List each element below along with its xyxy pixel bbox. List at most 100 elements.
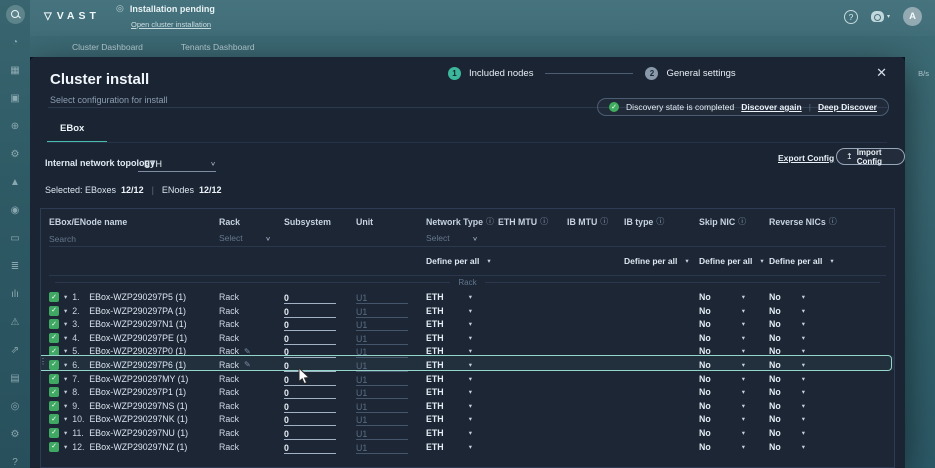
info-icon[interactable]: ⓘ [600,216,608,227]
services-gears-icon[interactable]: ⚙ [6,145,25,164]
hardware-icon[interactable]: ▤ [6,369,25,388]
row-checkbox[interactable]: ✓ [49,387,59,398]
row-expand-caret-icon[interactable]: ▾ [64,320,67,328]
row-expand-caret-icon[interactable]: ▾ [64,361,67,369]
network-type-select[interactable]: ETH ▾ [426,306,472,316]
network-type-select[interactable]: ETH ▾ [426,428,472,438]
search-input[interactable]: Search [49,229,219,247]
discover-again-link[interactable]: Discover again [741,102,801,112]
skip-nic-select[interactable]: No ▾ [699,428,745,438]
skip-nic-select[interactable]: No ▾ [699,374,745,384]
reverse-nics-select[interactable]: No ▾ [769,292,805,302]
skip-nic-select[interactable]: No ▾ [699,401,745,411]
row-checkbox[interactable]: ✓ [49,346,59,357]
table-row[interactable]: ✓ ▾ 7. EBox-WZP290297MY (1) Rack 0 U1 ETH ▾ No ▾ No… [41,370,894,386]
reverse-nics-select[interactable]: No ▾ [769,428,805,438]
table-row[interactable]: ✓ ▾ 2. EBox-WZP290297PA (1) Rack 0 U1 ETH ▾ No ▾ No… [41,302,894,318]
network-type-select[interactable]: ETH ▾ [426,374,472,384]
define-per-all-select[interactable]: Define per all ▾ [769,256,841,266]
deep-discover-link[interactable]: Deep Discover [818,102,877,112]
row-expand-caret-icon[interactable]: ▾ [64,347,67,355]
row-expand-caret-icon[interactable]: ▾ [64,443,67,451]
table-row[interactable]: ✓ ▾ 8. EBox-WZP290297P1 (1) Rack 0 U1 ETH ▾ No ▾ No… [41,383,894,400]
row-checkbox[interactable]: ✓ [49,319,59,330]
skip-nic-select[interactable]: No ▾ [699,387,745,397]
close-icon[interactable]: ✕ [876,65,887,81]
help-icon[interactable]: ? [6,453,25,468]
row-checkbox[interactable]: ✓ [49,400,59,411]
drag-handle-icon[interactable]: ⋮⋮ [41,357,47,366]
table-row[interactable]: ✓ ▾ 4. EBox-WZP290297PE (1) Rack 0 U1 ETH ▾ No ▾ No… [41,329,894,345]
row-checkbox[interactable]: ✓ [49,373,59,384]
row-checkbox[interactable]: ✓ [49,359,59,370]
api-brackets-icon[interactable]: ▭ [6,229,25,248]
database-icon[interactable]: ≣ [6,257,25,276]
subsystem-input[interactable]: 0 [284,443,336,454]
tab-ebox[interactable]: EBox [60,123,84,134]
search-icon[interactable] [5,5,25,24]
skip-nic-select[interactable]: No ▾ [699,414,745,424]
user-role-menu[interactable]: ▾ [870,11,890,22]
info-icon[interactable]: ⓘ [540,216,548,227]
row-expand-caret-icon[interactable]: ▾ [64,429,67,437]
skip-nic-select[interactable]: No ▾ [699,360,745,370]
security-shield-icon[interactable]: ▲ [6,173,25,192]
row-expand-caret-icon[interactable]: ▾ [64,388,67,396]
export-config-link[interactable]: Export Config [778,153,834,163]
network-type-select[interactable]: ETH ▾ [426,292,472,302]
rack-filter-select[interactable]: Select ∨ [219,233,271,243]
info-icon[interactable]: ⓘ [829,216,837,227]
reverse-nics-select[interactable]: No ▾ [769,442,805,452]
row-checkbox[interactable]: ✓ [49,414,59,425]
table-row[interactable]: ⋮⋮✓▾6.EBox-WZP290297P6 (1)Rack✎0U1ETH▾No… [41,354,894,372]
import-config-button[interactable]: ↥ Import Config [836,148,905,166]
edit-pencil-icon[interactable]: ✎ [244,347,251,356]
skip-nic-select[interactable]: No ▾ [699,319,745,329]
reverse-nics-select[interactable]: No ▾ [769,374,805,384]
reverse-nics-select[interactable]: No ▾ [769,360,805,370]
skip-nic-select[interactable]: No ▾ [699,333,745,343]
open-cluster-installation-link[interactable]: Open cluster installation [131,20,211,29]
skip-nic-select[interactable]: No ▾ [699,346,745,356]
row-checkbox[interactable]: ✓ [49,292,59,302]
network-type-select[interactable]: ETH ▾ [426,333,472,343]
row-expand-caret-icon[interactable]: ▾ [64,375,67,383]
topology-select[interactable]: ETH ∨ [138,156,216,172]
network-globe-icon[interactable]: ⊕ [6,117,25,136]
row-expand-caret-icon[interactable]: ▾ [64,307,67,315]
define-per-all-select[interactable]: Define per all ▾ [624,256,699,266]
network-type-select[interactable]: ETH ▾ [426,346,472,356]
table-row[interactable]: ✓ ▾ 11. EBox-WZP290297NU (1) Rack 0 U1 ETH ▾ No ▾ N… [41,424,894,440]
reverse-nics-select[interactable]: No ▾ [769,306,805,316]
skip-nic-select[interactable]: No ▾ [699,292,745,302]
reverse-nics-select[interactable]: No ▾ [769,333,805,343]
vast-logo[interactable]: ▽ VAST [44,10,100,22]
network-type-select[interactable]: ETH ▾ [426,360,472,370]
table-row[interactable]: ✓ ▾ 3. EBox-WZP290297N1 (1) Rack 0 U1 ETH ▾ No ▾ No… [41,315,894,332]
users-icon[interactable]: ◎ [6,397,25,416]
row-checkbox[interactable]: ✓ [49,427,59,438]
table-row[interactable]: ✓ ▾ 9. EBox-WZP290297NS (1) Rack 0 U1 ETH ▾ No ▾ No… [41,397,894,413]
row-expand-caret-icon[interactable]: ▾ [64,293,67,301]
info-icon[interactable]: ⓘ [738,216,746,227]
table-row[interactable]: ✓ ▾ 5. EBox-WZP290297P0 (1) Rack ✎ 0 U1 ETH ▾ No ▾ N… [41,342,894,359]
row-expand-caret-icon[interactable]: ▾ [64,334,67,342]
skip-nic-select[interactable]: No ▾ [699,306,745,316]
alarms-triangle-icon[interactable]: ⚠ [6,313,25,332]
reverse-nics-select[interactable]: No ▾ [769,346,805,356]
performance-arrows-icon[interactable]: ⇗ [6,341,25,360]
row-expand-caret-icon[interactable]: ▾ [64,402,67,410]
dashboard-icon[interactable]: ▦ [6,61,25,80]
nav-tab-tenants-dashboard[interactable]: Tenants Dashboard [181,42,255,52]
info-icon[interactable]: ⓘ [656,216,664,227]
edit-pencil-icon[interactable]: ✎ [244,360,251,369]
network-type-select[interactable]: ETH ▾ [426,414,472,424]
table-row[interactable]: ✓ ▾ 1. EBox-WZP290297P5 (1) Rack 0 U1 ETH ▾ No ▾ No… [41,288,894,304]
network-type-select[interactable]: ETH ▾ [426,387,472,397]
row-expand-caret-icon[interactable]: ▾ [64,415,67,423]
analytics-bars-icon[interactable]: ılı [6,285,25,304]
row-checkbox[interactable]: ✓ [49,305,59,316]
table-row[interactable]: ✓ ▾ 10. EBox-WZP290297NK (1) Rack 0 U1 ETH ▾ No ▾ N… [41,410,894,427]
network-type-select[interactable]: ETH ▾ [426,442,472,452]
row-checkbox[interactable]: ✓ [49,332,59,343]
